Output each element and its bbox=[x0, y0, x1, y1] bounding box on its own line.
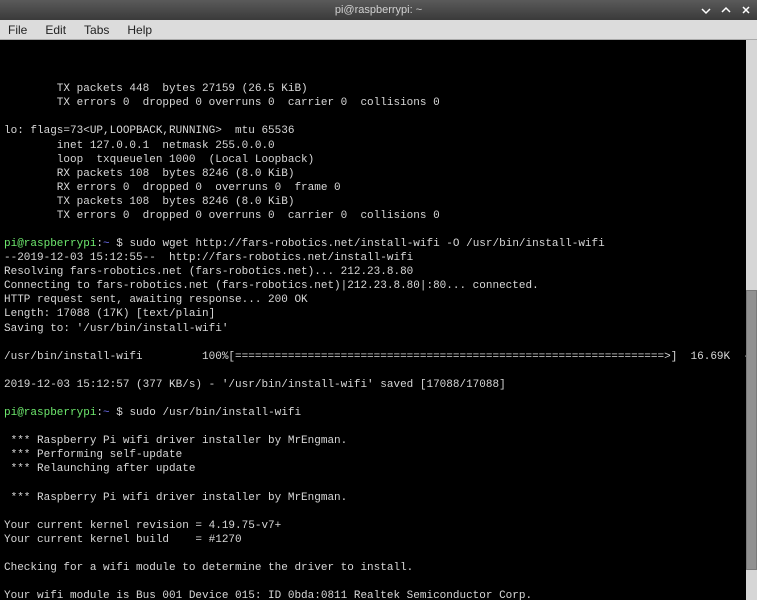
terminal-line: RX errors 0 dropped 0 overruns 0 frame 0 bbox=[4, 181, 753, 195]
terminal-line: *** Performing self-update bbox=[4, 448, 753, 462]
window-controls bbox=[699, 3, 753, 17]
terminal-line: Your current kernel revision = 4.19.75-v… bbox=[4, 519, 753, 533]
terminal-line: Your wifi module is Bus 001 Device 015: … bbox=[4, 589, 753, 600]
prompt-dollar: $ bbox=[110, 238, 130, 250]
terminal[interactable]: TX packets 448 bytes 27159 (26.5 KiB) TX… bbox=[0, 40, 757, 600]
terminal-line: 2019-12-03 15:12:57 (377 KB/s) - '/usr/b… bbox=[4, 378, 753, 392]
terminal-line bbox=[4, 505, 753, 519]
terminal-line: Connecting to fars-robotics.net (fars-ro… bbox=[4, 279, 753, 293]
menu-tabs[interactable]: Tabs bbox=[82, 21, 111, 39]
terminal-line bbox=[4, 223, 753, 237]
terminal-line: inet 127.0.0.1 netmask 255.0.0.0 bbox=[4, 139, 753, 153]
scrollbar[interactable] bbox=[746, 40, 757, 600]
scrollbar-thumb[interactable] bbox=[746, 290, 757, 570]
titlebar: pi@raspberrypi: ~ bbox=[0, 0, 757, 20]
maximize-button[interactable] bbox=[719, 3, 733, 17]
prompt-path: ~ bbox=[103, 238, 110, 250]
terminal-line: Length: 17088 (17K) [text/plain] bbox=[4, 307, 753, 321]
terminal-line: Resolving fars-robotics.net (fars-roboti… bbox=[4, 265, 753, 279]
terminal-line bbox=[4, 575, 753, 589]
terminal-line: *** Raspberry Pi wifi driver installer b… bbox=[4, 434, 753, 448]
terminal-line: *** Relaunching after update bbox=[4, 462, 753, 476]
menu-file[interactable]: File bbox=[6, 21, 29, 39]
menubar: File Edit Tabs Help bbox=[0, 20, 757, 40]
minimize-button[interactable] bbox=[699, 3, 713, 17]
close-button[interactable] bbox=[739, 3, 753, 17]
prompt-dollar: $ bbox=[110, 407, 130, 419]
prompt-path: ~ bbox=[103, 407, 110, 419]
terminal-line bbox=[4, 476, 753, 490]
terminal-line: RX packets 108 bytes 8246 (8.0 KiB) bbox=[4, 167, 753, 181]
window-title: pi@raspberrypi: ~ bbox=[335, 4, 422, 16]
prompt-userhost: pi@raspberrypi bbox=[4, 407, 96, 419]
terminal-line bbox=[4, 110, 753, 124]
terminal-line: --2019-12-03 15:12:55-- http://fars-robo… bbox=[4, 251, 753, 265]
command-text: sudo wget http://fars-robotics.net/insta… bbox=[129, 238, 604, 250]
terminal-line: TX errors 0 dropped 0 overruns 0 carrier… bbox=[4, 96, 753, 110]
terminal-line: TX errors 0 dropped 0 overruns 0 carrier… bbox=[4, 209, 753, 223]
terminal-line: Saving to: '/usr/bin/install-wifi' bbox=[4, 322, 753, 336]
terminal-line: TX packets 108 bytes 8246 (8.0 KiB) bbox=[4, 195, 753, 209]
terminal-line: /usr/bin/install-wifi 100%[=============… bbox=[4, 350, 753, 364]
command-text: sudo /usr/bin/install-wifi bbox=[129, 407, 301, 419]
prompt-userhost: pi@raspberrypi bbox=[4, 238, 96, 250]
terminal-line: *** Raspberry Pi wifi driver installer b… bbox=[4, 491, 753, 505]
menu-help[interactable]: Help bbox=[125, 21, 154, 39]
terminal-line: lo: flags=73<UP,LOOPBACK,RUNNING> mtu 65… bbox=[4, 124, 753, 138]
terminal-line: Checking for a wifi module to determine … bbox=[4, 561, 753, 575]
terminal-line: Your current kernel build = #1270 bbox=[4, 533, 753, 547]
minimize-icon bbox=[701, 5, 711, 15]
terminal-line bbox=[4, 336, 753, 350]
menu-edit[interactable]: Edit bbox=[43, 21, 68, 39]
terminal-line bbox=[4, 420, 753, 434]
terminal-line: HTTP request sent, awaiting response... … bbox=[4, 293, 753, 307]
terminal-line: TX packets 448 bytes 27159 (26.5 KiB) bbox=[4, 82, 753, 96]
terminal-line: loop txqueuelen 1000 (Local Loopback) bbox=[4, 153, 753, 167]
close-icon bbox=[741, 5, 751, 15]
terminal-line bbox=[4, 547, 753, 561]
terminal-line bbox=[4, 364, 753, 378]
terminal-content: TX packets 448 bytes 27159 (26.5 KiB) TX… bbox=[4, 68, 753, 600]
terminal-line bbox=[4, 392, 753, 406]
maximize-icon bbox=[721, 5, 731, 15]
